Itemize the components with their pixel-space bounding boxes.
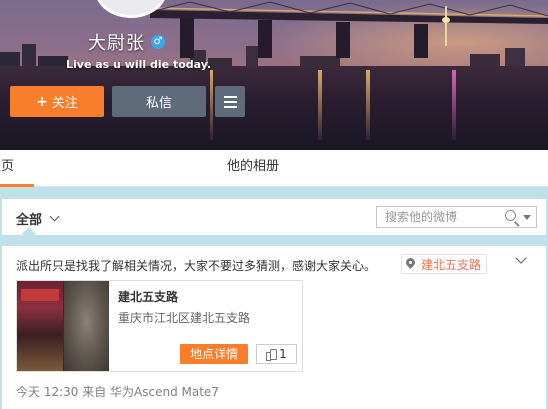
place-photo-sign — [21, 289, 59, 301]
cover-reflection — [318, 70, 322, 140]
filter-pointer — [21, 226, 37, 242]
profile-tab-bar: 主页 他的相册 — [0, 150, 548, 187]
place-address: 重庆市江北区建北五支路 — [118, 311, 251, 325]
post-menu-chevron-icon[interactable] — [515, 252, 527, 264]
caret-down-icon[interactable] — [523, 215, 531, 220]
profile-cover-image: 大尉张 ♂ Live as u will die today. + 关注 私信 — [0, 0, 548, 150]
follow-button[interactable]: + 关注 — [10, 86, 104, 117]
place-thumbnail[interactable] — [17, 281, 109, 371]
weibo-profile-page: 大尉张 ♂ Live as u will die today. + 关注 私信 … — [0, 0, 548, 409]
cover-tv-tower — [442, 6, 450, 46]
hamburger-menu-icon — [223, 95, 237, 98]
male-icon: ♂ — [151, 35, 165, 49]
chevron-down-icon — [49, 211, 60, 222]
tab-home[interactable]: 主页 — [0, 150, 34, 187]
more-menu-button[interactable] — [215, 86, 245, 117]
search-input[interactable]: 搜索他的微博 — [376, 206, 537, 228]
feed-filter-bar: 全部 搜索他的微博 — [2, 199, 546, 242]
like-count: 1 — [279, 347, 287, 361]
search-icon[interactable] — [505, 210, 516, 221]
cover-reflection — [210, 70, 213, 140]
place-photo-2 — [64, 281, 109, 371]
search-placeholder: 搜索他的微博 — [385, 210, 458, 224]
post-meta: 今天 12:30 来自 华为Ascend Mate7 — [16, 385, 219, 399]
place-card[interactable]: 建北五支路 重庆市江北区建北五支路 地点详情 1 — [16, 280, 303, 372]
feed-post: 派出所只是找我了解相关情况，大家不要过多猜测，感谢大家关心。 建北五支路 建北五… — [2, 246, 546, 409]
cover-reflection — [452, 70, 456, 140]
place-detail-button[interactable]: 地点详情 — [180, 344, 248, 364]
place-title[interactable]: 建北五支路 — [118, 288, 178, 305]
profile-name-row: 大尉张 ♂ — [88, 30, 165, 54]
message-button[interactable]: 私信 — [112, 86, 206, 117]
filter-all-label: 全部 — [16, 213, 43, 228]
location-tag-label: 建北五支路 — [421, 257, 482, 272]
follow-button-label: 关注 — [51, 96, 78, 111]
post-text: 派出所只是找我了解相关情况，大家不要过多猜测，感谢大家关心。 — [16, 259, 377, 273]
like-button[interactable]: 1 — [256, 344, 297, 364]
cover-reflection — [366, 70, 370, 140]
location-tag[interactable]: 建北五支路 — [401, 254, 488, 274]
tab-home-label: 主页 — [0, 159, 15, 174]
plus-icon: + — [36, 93, 48, 110]
filter-all-dropdown[interactable]: 全部 — [16, 209, 60, 228]
thumbs-up-icon — [266, 349, 278, 361]
profile-name[interactable]: 大尉张 — [88, 29, 145, 55]
place-photo-1 — [17, 281, 63, 371]
profile-motto: Live as u will die today. — [66, 58, 212, 71]
location-pin-icon — [406, 258, 415, 270]
tab-album[interactable]: 他的相册 — [227, 150, 279, 187]
